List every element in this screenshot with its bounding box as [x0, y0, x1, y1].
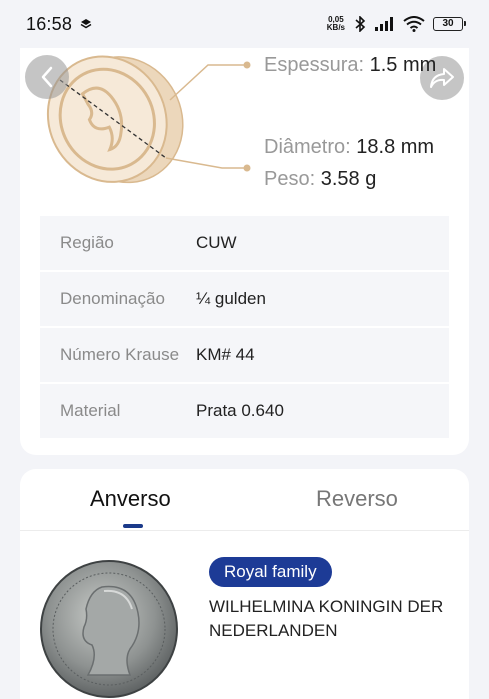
detail-label: Número Krause — [60, 345, 180, 364]
obverse-coin-image[interactable] — [40, 557, 178, 699]
table-row: Região CUW — [40, 216, 449, 270]
weight-value: 3.58 g — [320, 168, 377, 190]
diameter-value: 18.8 mm — [356, 136, 435, 158]
thickness-spec: Espessura: 1.5 mm — [264, 54, 436, 77]
diameter-spec: Diâmetro: 18.8 mm — [264, 136, 434, 159]
battery-indicator: 30 — [433, 17, 466, 31]
detail-label: Material — [60, 401, 121, 420]
thickness-label: Espessura: — [264, 54, 365, 76]
thickness-value: 1.5 mm — [369, 54, 437, 76]
chevron-left-icon — [41, 66, 53, 88]
side-tabs: Anverso Reverso — [20, 469, 469, 531]
table-row: Denominação ¼ gulden — [40, 272, 449, 326]
wifi-icon — [403, 16, 425, 32]
previous-button[interactable] — [25, 55, 69, 99]
coin-dimensions-illustration — [46, 55, 251, 184]
detail-value: KM# 44 — [196, 345, 255, 364]
diameter-label: Diâmetro: — [264, 136, 351, 158]
coin-details-table: Região CUW Denominação ¼ gulden Número K… — [40, 216, 449, 440]
tab-obverse[interactable]: Anverso — [90, 486, 171, 512]
table-row: Material Prata 0.640 — [40, 384, 449, 438]
signal-icon — [375, 17, 393, 31]
layers-icon — [80, 19, 92, 29]
category-badge[interactable]: Royal family — [209, 557, 332, 587]
table-row: Número Krause KM# 44 — [40, 328, 449, 382]
detail-label: Região — [60, 233, 114, 252]
weight-spec: Peso: 3.58 g — [264, 168, 376, 191]
active-tab-indicator — [123, 524, 143, 528]
tab-reverse[interactable]: Reverso — [316, 486, 398, 512]
detail-label: Denominação — [60, 289, 165, 308]
obverse-inscription: WILHELMINA KONINGIN DER NEDERLANDEN — [209, 597, 444, 640]
bluetooth-icon — [355, 16, 366, 32]
detail-value: ¼ gulden — [196, 289, 266, 308]
weight-label: Peso: — [264, 168, 316, 190]
detail-value: CUW — [196, 233, 237, 252]
status-time: 16:58 — [26, 13, 73, 34]
network-speed: 0,05 KB/s — [326, 15, 345, 32]
detail-value: Prata 0.640 — [196, 401, 284, 420]
